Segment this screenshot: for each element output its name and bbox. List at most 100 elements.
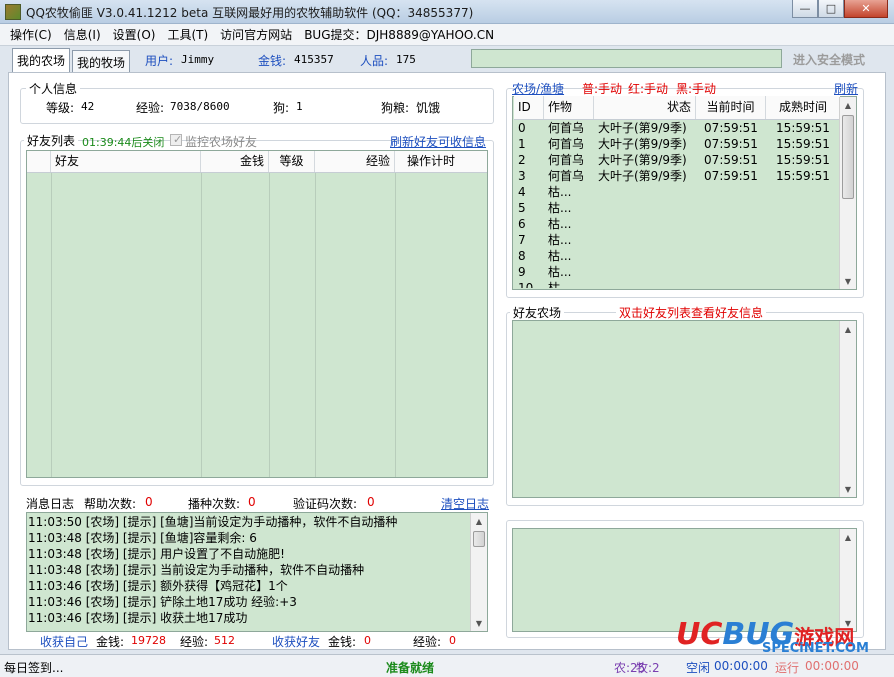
harvest-self-exp: 512 bbox=[214, 634, 235, 647]
harvest-friend-money: 0 bbox=[364, 634, 371, 647]
sow-count-value: 0 bbox=[248, 495, 256, 509]
crop-row[interactable]: 3 何首乌 大叶子(第9/9季) 07:59:51 15:59:51 bbox=[514, 168, 840, 184]
window-title: QQ农牧偷匪 V3.0.41.1212 beta 互联网最好用的农牧辅助软件 (… bbox=[26, 6, 474, 20]
crop-cell-state: 大叶子(第9/9季) bbox=[598, 153, 687, 167]
harvest-self-money: 19728 bbox=[131, 634, 166, 647]
crop-cell-state: 大叶子(第9/9季) bbox=[598, 121, 687, 135]
monitor-checkbox[interactable]: ✓ bbox=[170, 133, 182, 146]
scroll-down-icon[interactable]: ▼ bbox=[840, 273, 856, 289]
captcha-count-label: 验证码次数: bbox=[293, 497, 358, 511]
crop-cell-crop: 何首乌 bbox=[548, 121, 585, 135]
harvest-friend-label[interactable]: 收获好友 bbox=[272, 633, 320, 650]
scroll-up-icon[interactable]: ▲ bbox=[471, 513, 487, 529]
friends-timer: 01:39:44后关闭 bbox=[82, 136, 165, 149]
scroll-down-icon[interactable]: ▼ bbox=[840, 481, 856, 497]
friend-farm-hint: 双击好友列表查看好友信息 bbox=[616, 304, 767, 321]
friends-col-exp[interactable]: 经验 bbox=[315, 151, 395, 172]
menu-official-site[interactable]: 访问官方网站 bbox=[214, 26, 298, 43]
crop-row[interactable]: 8 枯... bbox=[514, 248, 840, 264]
tab-my-farm[interactable]: 我的农场 bbox=[12, 48, 71, 72]
friends-title: 好友列表 bbox=[24, 132, 79, 149]
crop-cell-ripe: 15:59:51 bbox=[776, 121, 830, 135]
status-left: 每日签到... bbox=[4, 661, 64, 675]
crop-cell-ripe bbox=[766, 264, 840, 280]
crop-cell-now: 07:59:51 bbox=[704, 121, 758, 135]
crop-cell-id: 10 bbox=[518, 281, 534, 288]
menu-settings[interactable]: 设置(O) bbox=[107, 26, 162, 43]
friend-farm-title: 好友农场 bbox=[510, 304, 565, 321]
friends-table-header: 好友 金钱 等级 经验 操作计时 bbox=[27, 151, 487, 173]
crop-rows: 0 何首乌 大叶子(第9/9季) 07:59:51 15:59:51 1 何首乌 大叶子(第9… bbox=[514, 120, 840, 288]
friends-col-level[interactable]: 等级 bbox=[269, 151, 315, 172]
harvest-self-label[interactable]: 收获自己 bbox=[40, 633, 88, 650]
friends-col-money[interactable]: 金钱 bbox=[201, 151, 269, 172]
crop-row[interactable]: 5 枯... bbox=[514, 200, 840, 216]
crop-row[interactable]: 9 枯... bbox=[514, 264, 840, 280]
crop-cell-id: 5 bbox=[518, 201, 526, 215]
menu-operate[interactable]: 操作(C) bbox=[4, 26, 58, 43]
crop-cell-state bbox=[594, 248, 696, 264]
crop-scrollbar[interactable]: ▲ ▼ bbox=[839, 97, 856, 289]
crop-col-state[interactable]: 状态 bbox=[594, 96, 696, 119]
log-scroll-thumb[interactable] bbox=[473, 531, 485, 547]
crop-scroll-thumb[interactable] bbox=[842, 115, 854, 199]
crop-row[interactable]: 1 何首乌 大叶子(第9/9季) 07:59:51 15:59:51 bbox=[514, 136, 840, 152]
crop-row[interactable]: 6 枯... bbox=[514, 216, 840, 232]
crop-cell-now bbox=[696, 184, 766, 200]
scroll-up-icon[interactable]: ▲ bbox=[840, 97, 856, 113]
refresh-friends-link[interactable]: 刷新好友可收信息 bbox=[390, 133, 486, 150]
crop-row[interactable]: 2 何首乌 大叶子(第9/9季) 07:59:51 15:59:51 bbox=[514, 152, 840, 168]
crop-row[interactable]: 4 枯... bbox=[514, 184, 840, 200]
close-button[interactable]: ✕ bbox=[844, 0, 888, 18]
crop-cell-crop: 枯... bbox=[548, 281, 572, 288]
tab-my-ranch[interactable]: 我的牧场 bbox=[72, 50, 131, 72]
farm-refresh-link[interactable]: 刷新 bbox=[834, 80, 858, 97]
menu-bug-report[interactable]: BUG提交：DJH8889@YAHOO.CN bbox=[298, 26, 500, 43]
crop-cell-ripe bbox=[766, 280, 840, 288]
clear-log-link[interactable]: 清空日志 bbox=[441, 495, 489, 512]
friends-col-divider bbox=[201, 173, 202, 477]
friends-table[interactable]: 好友 金钱 等级 经验 操作计时 bbox=[26, 150, 488, 478]
log-line: 11:03:46 [农场] [提示] 额外获得【鸡冠花】1个 bbox=[28, 579, 288, 593]
maximize-button[interactable]: □ bbox=[818, 0, 844, 18]
friends-col-name[interactable]: 好友 bbox=[51, 151, 201, 172]
friends-col-timer[interactable]: 操作计时 bbox=[395, 151, 467, 172]
minimize-button[interactable]: — bbox=[792, 0, 818, 18]
harvest-self-money-label: 金钱: bbox=[96, 635, 125, 649]
bottom-right-scrollbar[interactable]: ▲ ▼ bbox=[839, 529, 856, 631]
crop-cell-ripe bbox=[766, 216, 840, 232]
scroll-up-icon[interactable]: ▲ bbox=[840, 529, 856, 545]
crop-row[interactable]: 7 枯... bbox=[514, 232, 840, 248]
crop-cell-id: 6 bbox=[518, 217, 526, 231]
crop-row[interactable]: 10 枯... bbox=[514, 280, 840, 288]
crop-cell-now bbox=[696, 200, 766, 216]
watermark-part1: UC bbox=[676, 617, 723, 652]
crop-table[interactable]: ID 作物 状态 当前时间 成熟时间 0 何首乌 大叶子(第9/9季) 07:59:5… bbox=[514, 96, 840, 288]
friend-farm-area[interactable] bbox=[512, 320, 857, 498]
legend-plain: 普:手动 bbox=[582, 82, 623, 96]
friends-col-divider bbox=[315, 173, 316, 477]
safe-mode-button[interactable]: 进入安全模式 bbox=[793, 51, 865, 68]
dog-label: 狗: bbox=[273, 101, 290, 115]
scroll-up-icon[interactable]: ▲ bbox=[840, 321, 856, 337]
crop-cell-now bbox=[696, 216, 766, 232]
crop-col-crop[interactable]: 作物 bbox=[544, 96, 594, 119]
status-idle-label: 空闲 bbox=[686, 661, 711, 675]
exp-value: 7038/8600 bbox=[170, 100, 230, 113]
crop-row[interactable]: 0 何首乌 大叶子(第9/9季) 07:59:51 15:59:51 bbox=[514, 120, 840, 136]
status-input-box bbox=[471, 49, 782, 68]
crop-col-id[interactable]: ID bbox=[514, 96, 544, 119]
farm-pond-link[interactable]: 农场/渔塘 bbox=[512, 80, 564, 97]
crop-cell-crop: 枯... bbox=[548, 265, 572, 279]
friend-farm-scrollbar[interactable]: ▲ ▼ bbox=[839, 321, 856, 497]
menu-tools[interactable]: 工具(T) bbox=[161, 26, 214, 43]
log-scrollbar[interactable]: ▲ ▼ bbox=[470, 513, 487, 631]
crop-cell-state bbox=[594, 184, 696, 200]
crop-cell-id: 1 bbox=[518, 137, 526, 151]
harvest-self-exp-label: 经验: bbox=[180, 635, 209, 649]
crop-col-ripe[interactable]: 成熟时间 bbox=[766, 96, 840, 119]
crop-col-now[interactable]: 当前时间 bbox=[696, 96, 766, 119]
help-count-label: 帮助次数: bbox=[84, 497, 137, 511]
menu-info[interactable]: 信息(I) bbox=[58, 26, 107, 43]
scroll-down-icon[interactable]: ▼ bbox=[471, 615, 487, 631]
